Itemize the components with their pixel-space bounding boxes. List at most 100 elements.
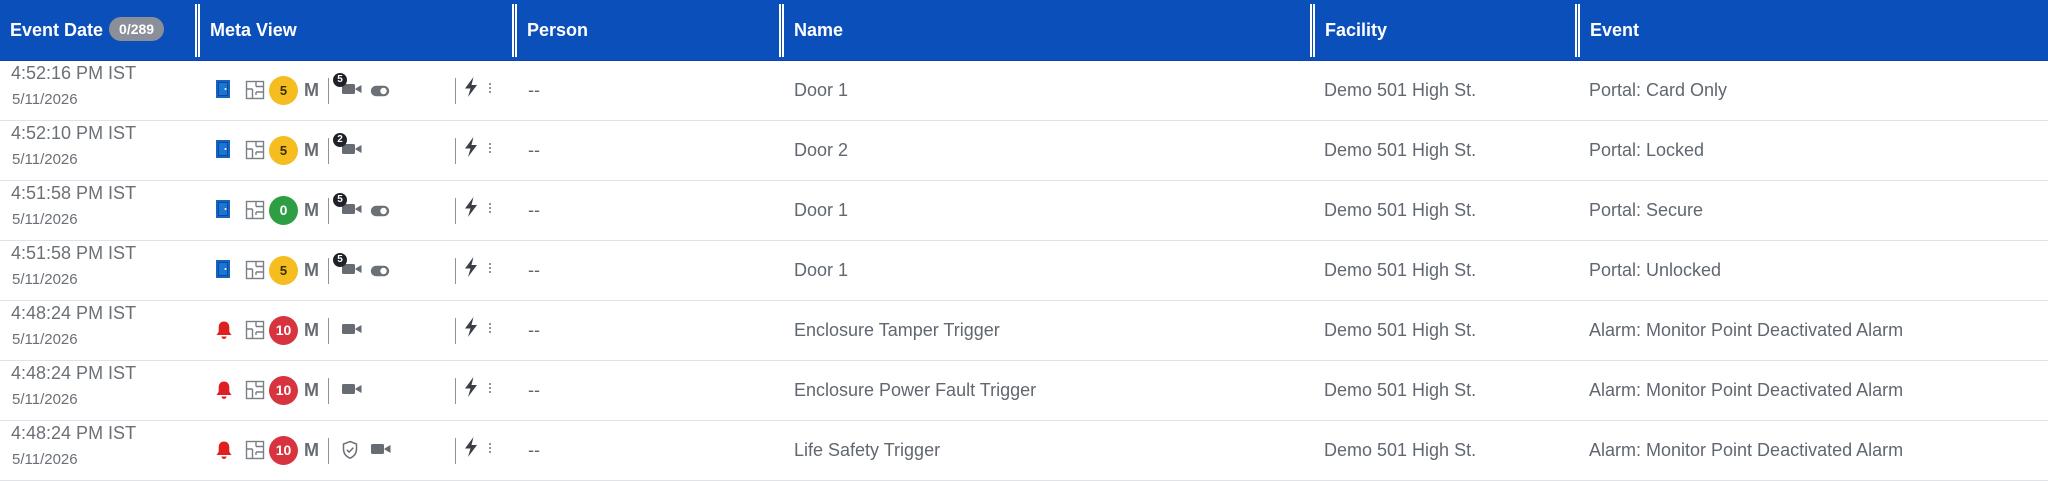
more-options-icon[interactable] xyxy=(488,382,492,394)
table-row[interactable]: 4:52:16 PM IST 5/11/2026 5 M 5 -- Door 1… xyxy=(0,61,2048,121)
table-row[interactable]: 4:51:58 PM IST 5/11/2026 0 M 5 -- Door 1… xyxy=(0,181,2048,241)
event-time: 4:51:58 PM IST xyxy=(11,183,137,203)
shield-icon[interactable] xyxy=(341,440,359,460)
camera-button[interactable] xyxy=(362,433,394,465)
column-header-event-label: Event xyxy=(1590,20,1640,40)
camera-button[interactable]: 2 xyxy=(333,133,365,165)
monitor-indicator[interactable]: M xyxy=(304,258,319,282)
door-icon[interactable] xyxy=(215,259,231,279)
event-day: 5/11/2026 xyxy=(12,151,78,168)
bell-icon[interactable] xyxy=(215,440,233,460)
meta-view-cell: 5 M 5 xyxy=(200,241,510,300)
monitor-indicator[interactable]: M xyxy=(304,378,319,402)
door-icon[interactable] xyxy=(215,139,231,159)
column-header-person-label: Person xyxy=(527,20,589,40)
more-options-icon[interactable] xyxy=(488,82,492,94)
column-header-name[interactable]: Name xyxy=(784,0,1311,61)
name-cell: Door 1 xyxy=(794,260,849,280)
camera-button[interactable]: 5 xyxy=(333,193,365,225)
column-header-facility[interactable]: Facility xyxy=(1315,0,1576,61)
floor-plan-icon[interactable] xyxy=(245,80,265,100)
more-options-icon[interactable] xyxy=(488,202,492,214)
camera-button[interactable] xyxy=(333,373,365,405)
bell-icon[interactable] xyxy=(215,320,233,340)
event-date-cell: 4:52:10 PM IST 5/11/2026 xyxy=(11,121,196,180)
column-header-event-date[interactable]: Event Date 0/289 xyxy=(0,0,196,61)
lightning-bolt-icon[interactable] xyxy=(461,256,481,278)
floor-plan-icon[interactable] xyxy=(245,140,265,160)
event-cell: Portal: Card Only xyxy=(1589,80,1728,100)
event-date-cell: 4:52:16 PM IST 5/11/2026 xyxy=(11,61,196,120)
name-cell: Enclosure Tamper Trigger xyxy=(794,320,1000,340)
more-options-icon[interactable] xyxy=(488,442,492,454)
camera-button[interactable]: 5 xyxy=(333,253,365,285)
floor-plan-icon[interactable] xyxy=(245,320,265,340)
lightning-bolt-icon[interactable] xyxy=(461,316,481,338)
column-header-event[interactable]: Event xyxy=(1580,0,2048,61)
selection-count-badge: 0/289 xyxy=(109,17,165,42)
table-row[interactable]: 4:48:24 PM IST 5/11/2026 10 M xyxy=(0,421,2048,481)
lightning-bolt-icon[interactable] xyxy=(461,196,481,218)
event-time: 4:52:10 PM IST xyxy=(11,123,137,143)
event-day: 5/11/2026 xyxy=(12,451,78,468)
floor-plan-icon[interactable] xyxy=(245,260,265,280)
name-cell: Life Safety Trigger xyxy=(794,440,941,460)
lightning-bolt-icon[interactable] xyxy=(461,376,481,398)
table-row[interactable]: 4:48:24 PM IST 5/11/2026 10 M xyxy=(0,301,2048,361)
more-options-icon[interactable] xyxy=(488,142,492,154)
person-cell: -- xyxy=(528,260,540,280)
event-time: 4:48:24 PM IST xyxy=(11,303,137,323)
floor-plan-icon[interactable] xyxy=(245,440,265,460)
lightning-bolt-icon[interactable] xyxy=(461,136,481,158)
name-cell: Door 1 xyxy=(794,80,849,100)
grid-header: Event Date 0/289 Meta View Person Name Fa… xyxy=(0,0,2048,61)
camera-icon xyxy=(371,444,391,454)
facility-cell: Demo 501 High St. xyxy=(1324,80,1477,100)
person-cell: -- xyxy=(528,80,540,100)
facility-cell: Demo 501 High St. xyxy=(1324,380,1477,400)
event-date-cell: 4:48:24 PM IST 5/11/2026 xyxy=(11,301,196,360)
toggle-icon[interactable] xyxy=(370,85,390,97)
actions-divider xyxy=(455,258,456,284)
camera-button[interactable]: 5 xyxy=(333,73,365,105)
column-header-meta-view[interactable]: Meta View xyxy=(200,0,513,61)
door-icon[interactable] xyxy=(215,199,231,219)
meta-divider xyxy=(328,138,329,164)
floor-plan-icon[interactable] xyxy=(245,380,265,400)
monitor-indicator[interactable]: M xyxy=(304,438,319,462)
toggle-icon[interactable] xyxy=(370,205,390,217)
column-header-person[interactable]: Person xyxy=(517,0,780,61)
event-day: 5/11/2026 xyxy=(12,91,78,108)
more-options-icon[interactable] xyxy=(488,262,492,274)
table-row[interactable]: 4:51:58 PM IST 5/11/2026 5 M 5 -- Door 1… xyxy=(0,241,2048,301)
monitor-indicator[interactable]: M xyxy=(304,138,319,162)
event-cell: Portal: Locked xyxy=(1589,140,1705,160)
camera-button[interactable] xyxy=(333,313,365,345)
door-icon[interactable] xyxy=(215,79,231,99)
camera-count-badge: 5 xyxy=(333,73,347,87)
column-header-facility-label: Facility xyxy=(1325,20,1388,40)
table-row[interactable]: 4:52:10 PM IST 5/11/2026 5 M 2 -- Door 2… xyxy=(0,121,2048,181)
toggle-icon[interactable] xyxy=(370,265,390,277)
camera-count-badge: 5 xyxy=(333,193,347,207)
actions-divider xyxy=(455,138,456,164)
lightning-bolt-icon[interactable] xyxy=(461,436,481,458)
more-options-icon[interactable] xyxy=(488,322,492,334)
monitor-indicator[interactable]: M xyxy=(304,78,319,102)
monitor-indicator[interactable]: M xyxy=(304,198,319,222)
lightning-bolt-icon[interactable] xyxy=(461,76,481,98)
actions-divider xyxy=(455,438,456,464)
event-day: 5/11/2026 xyxy=(12,391,78,408)
bell-icon[interactable] xyxy=(215,380,233,400)
monitor-indicator[interactable]: M xyxy=(304,318,319,342)
meta-view-cell: 10 M xyxy=(200,361,510,420)
event-time: 4:52:16 PM IST xyxy=(11,63,137,83)
table-row[interactable]: 4:48:24 PM IST 5/11/2026 10 M xyxy=(0,361,2048,421)
event-day: 5/11/2026 xyxy=(12,331,78,348)
person-cell: -- xyxy=(528,440,540,460)
event-time: 4:48:24 PM IST xyxy=(11,423,137,443)
facility-cell: Demo 501 High St. xyxy=(1324,140,1477,160)
facility-cell: Demo 501 High St. xyxy=(1324,200,1477,220)
floor-plan-icon[interactable] xyxy=(245,200,265,220)
person-cell: -- xyxy=(528,320,540,340)
